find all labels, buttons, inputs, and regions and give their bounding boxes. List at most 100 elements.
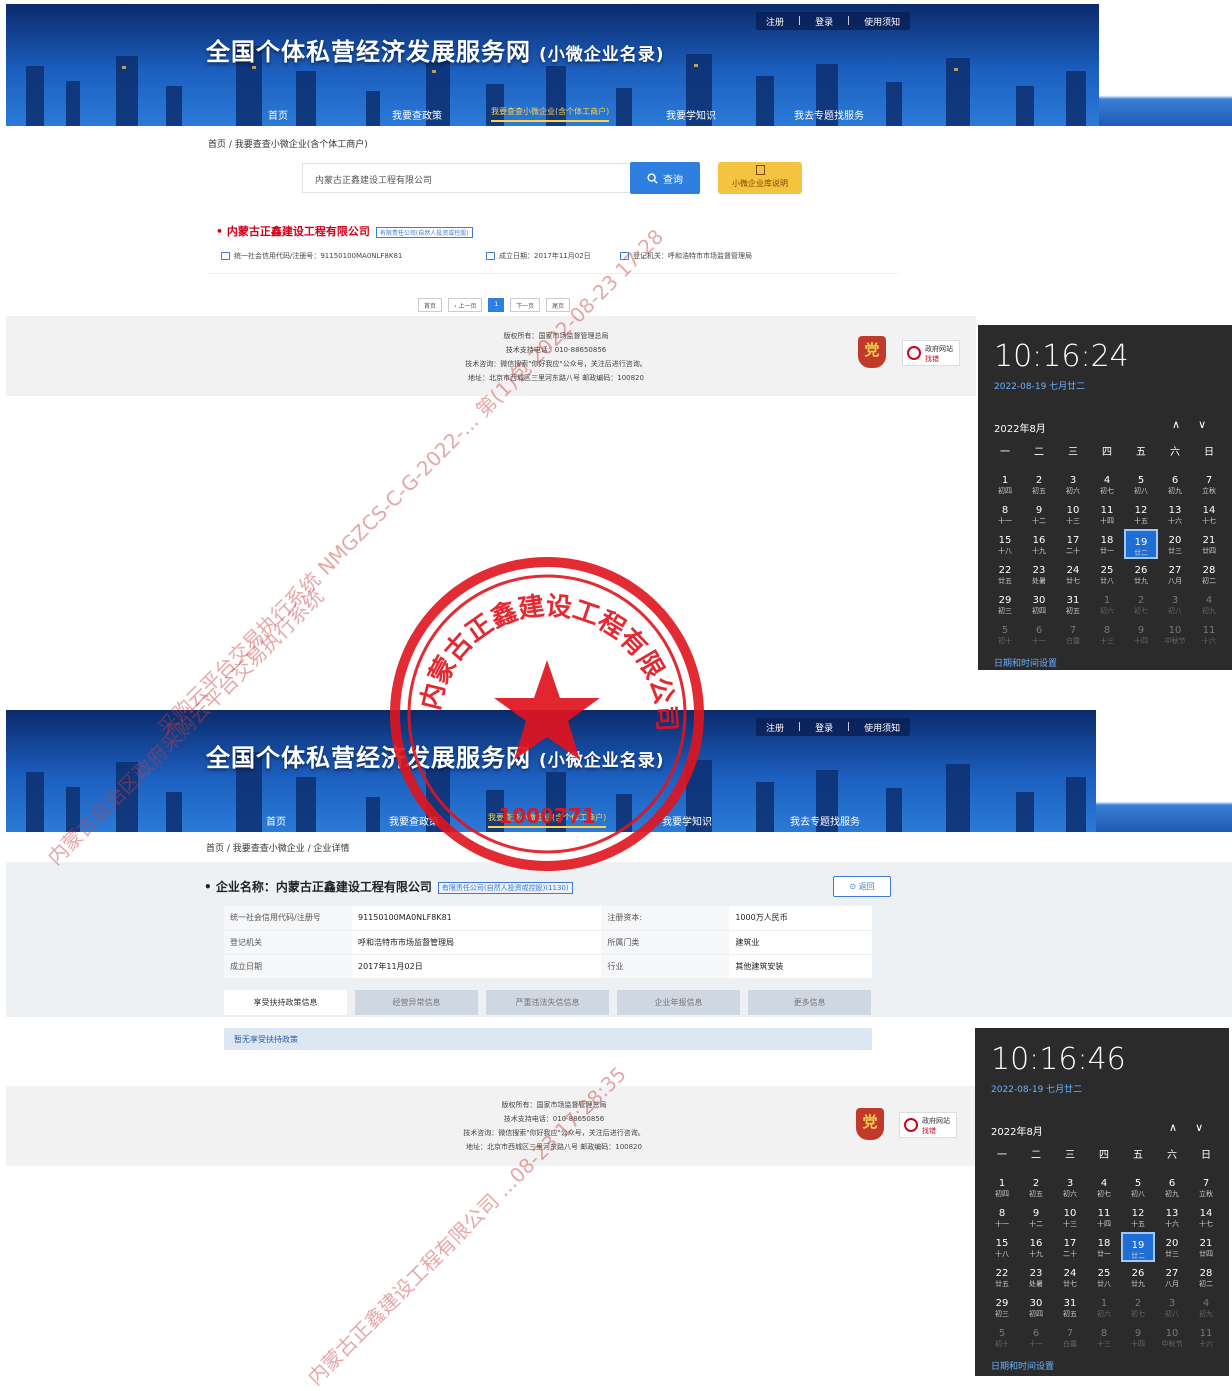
chevron-down-icon[interactable]: ∨ — [1198, 418, 1206, 431]
calendar-day[interactable]: 27 八月 — [1158, 559, 1192, 589]
calendar-day[interactable]: 25 廿八 — [1090, 559, 1124, 589]
nav-home[interactable]: 首页 — [268, 107, 288, 122]
search-result-item[interactable]: • 内蒙古正鑫建设工程有限公司 有限责任公司(自然人投资或控股) 统一社会信用代码… — [208, 216, 898, 274]
calendar-day[interactable]: 12 十五 — [1121, 1202, 1155, 1232]
tab-more-info[interactable]: 更多信息 — [748, 990, 871, 1015]
tab-abnormal-operation[interactable]: 经营异常信息 — [355, 990, 478, 1015]
calendar-day[interactable]: 2 初五 — [1022, 469, 1056, 499]
calendar-day[interactable]: 3 初八 — [1155, 1292, 1189, 1322]
calendar-month[interactable]: 2022年8月 — [994, 420, 1046, 435]
calendar-day[interactable]: 21 廿四 — [1189, 1232, 1223, 1262]
calendar-day[interactable]: 25 廿八 — [1087, 1262, 1121, 1292]
calendar-day[interactable]: 6 十一 — [1019, 1322, 1053, 1352]
calendar-day[interactable]: 14 十七 — [1192, 499, 1226, 529]
date-time-settings-link[interactable]: 日期和时间设置 — [991, 1359, 1054, 1372]
chevron-up-icon[interactable]: ∧ — [1169, 1121, 1177, 1134]
calendar-day[interactable]: 17 二十 — [1056, 529, 1090, 559]
calendar-day[interactable]: 23 处暑 — [1019, 1262, 1053, 1292]
calendar-day[interactable]: 31 初五 — [1056, 589, 1090, 619]
calendar-day[interactable]: 9 十四 — [1124, 619, 1158, 649]
calendar-day[interactable]: 7 白露 — [1053, 1322, 1087, 1352]
clock-date[interactable]: 2022-08-19 七月廿二 — [991, 1082, 1082, 1095]
calendar-day[interactable]: 7 白露 — [1056, 619, 1090, 649]
calendar-day[interactable]: 16 十九 — [1022, 529, 1056, 559]
gov-site-error-button[interactable]: 政府网站 找错 — [899, 1112, 957, 1138]
calendar-day[interactable]: 10 中秋节 — [1155, 1322, 1189, 1352]
nav-home[interactable]: 首页 — [266, 813, 286, 828]
calendar-day[interactable]: 10 十三 — [1056, 499, 1090, 529]
calendar-day[interactable]: 4 初七 — [1090, 469, 1124, 499]
calendar-day[interactable]: 13 十六 — [1155, 1202, 1189, 1232]
nav-services[interactable]: 我去专题找服务 — [794, 107, 864, 122]
calendar-day[interactable]: 14 十七 — [1189, 1202, 1223, 1232]
gov-site-error-button[interactable]: 政府网站 找错 — [902, 340, 960, 366]
calendar-day[interactable]: 10 中秋节 — [1158, 619, 1192, 649]
tab-annual-report[interactable]: 企业年报信息 — [617, 990, 740, 1015]
calendar-day[interactable]: 22 廿五 — [985, 1262, 1019, 1292]
chevron-down-icon[interactable]: ∨ — [1195, 1121, 1203, 1134]
calendar-day[interactable]: 6 十一 — [1022, 619, 1056, 649]
nav-enterprise-search[interactable]: 我要查查小微企业(含个体工商户) — [491, 106, 610, 122]
calendar-day[interactable]: 3 初六 — [1056, 469, 1090, 499]
nav-enterprise-search[interactable]: 我要查查小微企业(含个体工商户) — [488, 812, 607, 828]
chevron-up-icon[interactable]: ∧ — [1172, 418, 1180, 431]
date-time-settings-link[interactable]: 日期和时间设置 — [994, 656, 1057, 669]
calendar-day[interactable]: 17 二十 — [1053, 1232, 1087, 1262]
calendar-day[interactable]: 11 十六 — [1189, 1322, 1223, 1352]
calendar-day[interactable]: 9 十二 — [1022, 499, 1056, 529]
calendar-day[interactable]: 23 处暑 — [1022, 559, 1056, 589]
nav-services[interactable]: 我去专题找服务 — [790, 813, 860, 828]
clock-date[interactable]: 2022-08-19 七月廿二 — [994, 379, 1085, 392]
search-button[interactable]: 查询 — [630, 162, 700, 194]
nav-policy[interactable]: 我要查政策 — [392, 107, 442, 122]
calendar-day[interactable]: 4 初九 — [1189, 1292, 1223, 1322]
nav-policy[interactable]: 我要查政策 — [389, 813, 439, 828]
calendar-day[interactable]: 24 廿七 — [1053, 1262, 1087, 1292]
calendar-day[interactable]: 1 初四 — [988, 469, 1022, 499]
calendar-day[interactable]: 28 初二 — [1192, 559, 1226, 589]
calendar-day[interactable]: 26 廿九 — [1124, 559, 1158, 589]
calendar-day[interactable]: 11 十六 — [1192, 619, 1226, 649]
calendar-day[interactable]: 5 初八 — [1124, 469, 1158, 499]
calendar-day[interactable]: 11 十四 — [1087, 1202, 1121, 1232]
calendar-day[interactable]: 7 立秋 — [1189, 1172, 1223, 1202]
calendar-month[interactable]: 2022年8月 — [991, 1123, 1043, 1138]
calendar-day[interactable]: 8 十一 — [988, 499, 1022, 529]
login-link[interactable]: 登录 — [815, 721, 833, 734]
calendar-day[interactable]: 13 十六 — [1158, 499, 1192, 529]
calendar-day[interactable]: 7 立秋 — [1192, 469, 1226, 499]
calendar-day[interactable]: 15 十八 — [988, 529, 1022, 559]
calendar-day[interactable]: 2 初七 — [1121, 1292, 1155, 1322]
nav-knowledge[interactable]: 我要学知识 — [666, 107, 716, 122]
calendar-day[interactable]: 3 初六 — [1053, 1172, 1087, 1202]
party-badge-icon[interactable]: 党 — [856, 1108, 884, 1140]
calendar-day[interactable]: 20 廿三 — [1158, 529, 1192, 559]
calendar-day[interactable]: 15 十八 — [985, 1232, 1019, 1262]
pager-last[interactable]: 尾页 — [546, 298, 571, 312]
calendar-day[interactable]: 22 廿五 — [988, 559, 1022, 589]
calendar-day[interactable]: 10 十三 — [1053, 1202, 1087, 1232]
pager-current-page[interactable]: 1 — [488, 298, 505, 312]
register-link[interactable]: 注册 — [766, 15, 784, 28]
tab-serious-violation[interactable]: 严重违法失信信息 — [486, 990, 609, 1015]
calendar-day[interactable]: 4 初七 — [1087, 1172, 1121, 1202]
calendar-day[interactable]: 3 初八 — [1158, 589, 1192, 619]
usage-notice-link[interactable]: 使用须知 — [864, 721, 900, 734]
calendar-day[interactable]: 6 初九 — [1158, 469, 1192, 499]
calendar-day[interactable]: 5 初十 — [988, 619, 1022, 649]
tab-support-policy[interactable]: 享受扶持政策信息 — [224, 990, 347, 1015]
calendar-day[interactable]: 1 初六 — [1087, 1292, 1121, 1322]
calendar-day[interactable]: 6 初九 — [1155, 1172, 1189, 1202]
calendar-day[interactable]: 16 十九 — [1019, 1232, 1053, 1262]
calendar-day[interactable]: 12 十五 — [1124, 499, 1158, 529]
nav-knowledge[interactable]: 我要学知识 — [662, 813, 712, 828]
calendar-day[interactable]: 26 廿九 — [1121, 1262, 1155, 1292]
calendar-day-today[interactable]: 19 廿二 — [1124, 529, 1158, 559]
calendar-day[interactable]: 24 廿七 — [1056, 559, 1090, 589]
calendar-day[interactable]: 1 初六 — [1090, 589, 1124, 619]
calendar-day[interactable]: 30 初四 — [1019, 1292, 1053, 1322]
calendar-day[interactable]: 5 初十 — [985, 1322, 1019, 1352]
calendar-day[interactable]: 28 初二 — [1189, 1262, 1223, 1292]
library-guide-button[interactable]: 小微企业库说明 — [718, 162, 802, 194]
calendar-day-today[interactable]: 19 廿二 — [1121, 1232, 1155, 1262]
